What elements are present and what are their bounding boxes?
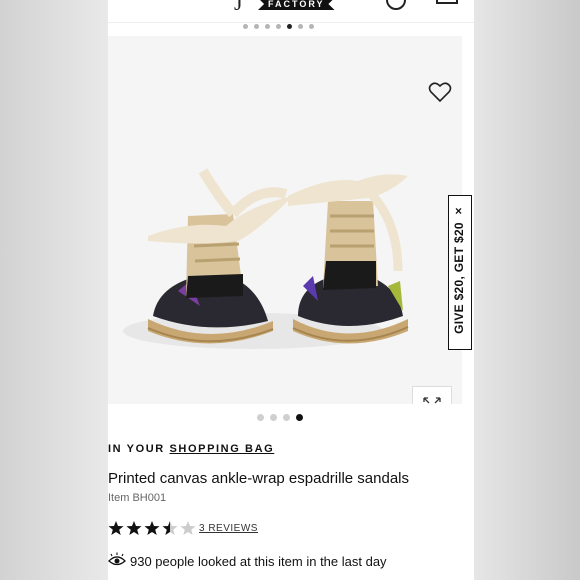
promo-tab[interactable]: × GIVE $20, GET $20 [448,195,472,350]
product-image[interactable] [108,36,462,404]
pager-dot[interactable] [283,414,290,421]
factory-badge: FACTORY [258,0,335,10]
close-icon[interactable]: × [455,204,462,218]
site-header: J FACTORY [108,0,474,23]
star-icon [144,521,160,535]
thumbnail-dot-active[interactable] [287,24,292,29]
pager-dot-active[interactable] [296,414,303,421]
pager-dot[interactable] [257,414,264,421]
star-half-icon [162,521,178,535]
account-icon[interactable] [386,0,406,10]
rating-stars[interactable] [108,520,196,536]
thumbnail-indicator [243,24,314,29]
eye-icon [108,552,126,566]
thumbnail-dot[interactable] [276,24,281,29]
expand-icon [423,397,441,404]
background-right [474,0,580,580]
expand-button[interactable] [412,386,452,404]
heart-icon[interactable] [428,81,452,103]
thumbnail-dot[interactable] [254,24,259,29]
views-notice: 930 people looked at this item in the la… [130,554,387,569]
star-icon [126,521,142,535]
sandals-illustration [108,36,462,404]
reviews-link[interactable]: 3 REVIEWS [199,523,258,534]
product-title: Printed canvas ankle-wrap espadrille san… [108,470,409,487]
item-number: Item BH001 [108,492,167,504]
brand-logo[interactable]: J [234,0,243,16]
product-page: J FACTORY × GIVE $20, GET $20 IN YOUR SH… [108,0,474,580]
thumbnail-dot[interactable] [309,24,314,29]
pager-dot[interactable] [270,414,277,421]
in-bag-prefix: IN YOUR [108,443,165,455]
bag-icon[interactable] [436,0,458,4]
shopping-bag-link[interactable]: SHOPPING BAG [170,443,275,455]
thumbnail-dot[interactable] [298,24,303,29]
thumbnail-dot[interactable] [243,24,248,29]
thumbnail-dot[interactable] [265,24,270,29]
star-empty-icon [180,521,196,535]
in-bag-notice: IN YOUR SHOPPING BAG [108,443,274,455]
star-icon [108,521,124,535]
promo-label[interactable]: GIVE $20, GET $20 [452,218,466,338]
background-left [0,0,108,580]
gallery-pager [257,414,303,421]
